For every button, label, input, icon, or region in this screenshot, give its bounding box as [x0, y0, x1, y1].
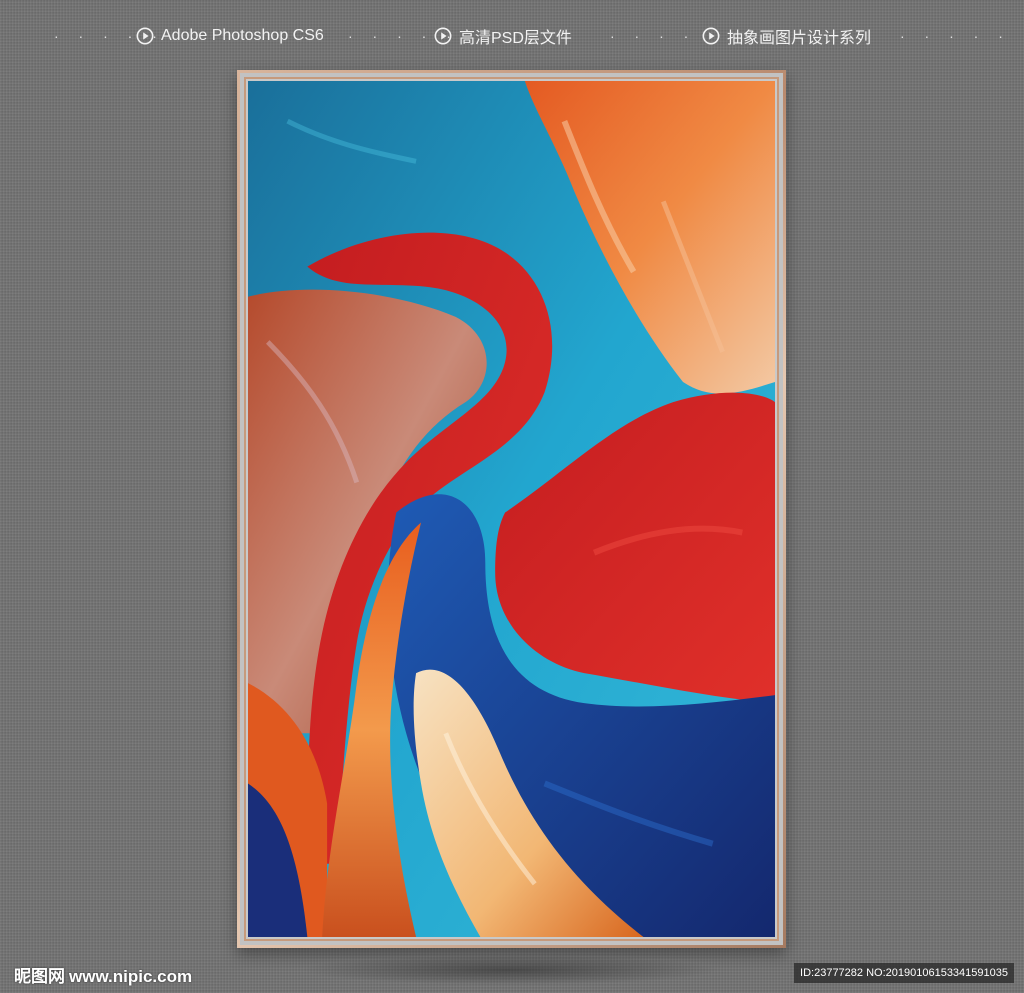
banner-label-series: 抽象画图片设计系列 — [727, 30, 872, 47]
site-url: www.nipic.com — [69, 967, 193, 986]
picture-frame — [237, 70, 786, 948]
frame-liner — [244, 77, 779, 941]
play-circle-icon — [136, 27, 154, 45]
image-id-badge: ID:23777282 NO:20190106153341591035 — [794, 963, 1014, 983]
frame-floor-shadow — [300, 955, 720, 985]
banner-item-software: Adobe Photoshop CS6 — [136, 24, 324, 48]
abstract-painting — [248, 81, 775, 937]
site-watermark: 昵图网 www.nipic.com — [14, 962, 192, 987]
banner-label-psd: 高清PSD层文件 — [459, 30, 572, 47]
banner-item-series: 抽象画图片设计系列 — [702, 24, 871, 48]
dot-separator: · · · · · — [900, 28, 1011, 44]
banner-item-psd: 高清PSD层文件 — [434, 24, 572, 48]
banner-label-software: Adobe Photoshop CS6 — [161, 27, 324, 44]
play-circle-icon — [434, 27, 452, 45]
header-banner: · · · · · Adobe Photoshop CS6 · · · · · … — [0, 18, 1024, 54]
play-circle-icon — [702, 27, 720, 45]
frame-mat — [240, 73, 783, 945]
site-logo: 昵图网 — [14, 967, 65, 987]
